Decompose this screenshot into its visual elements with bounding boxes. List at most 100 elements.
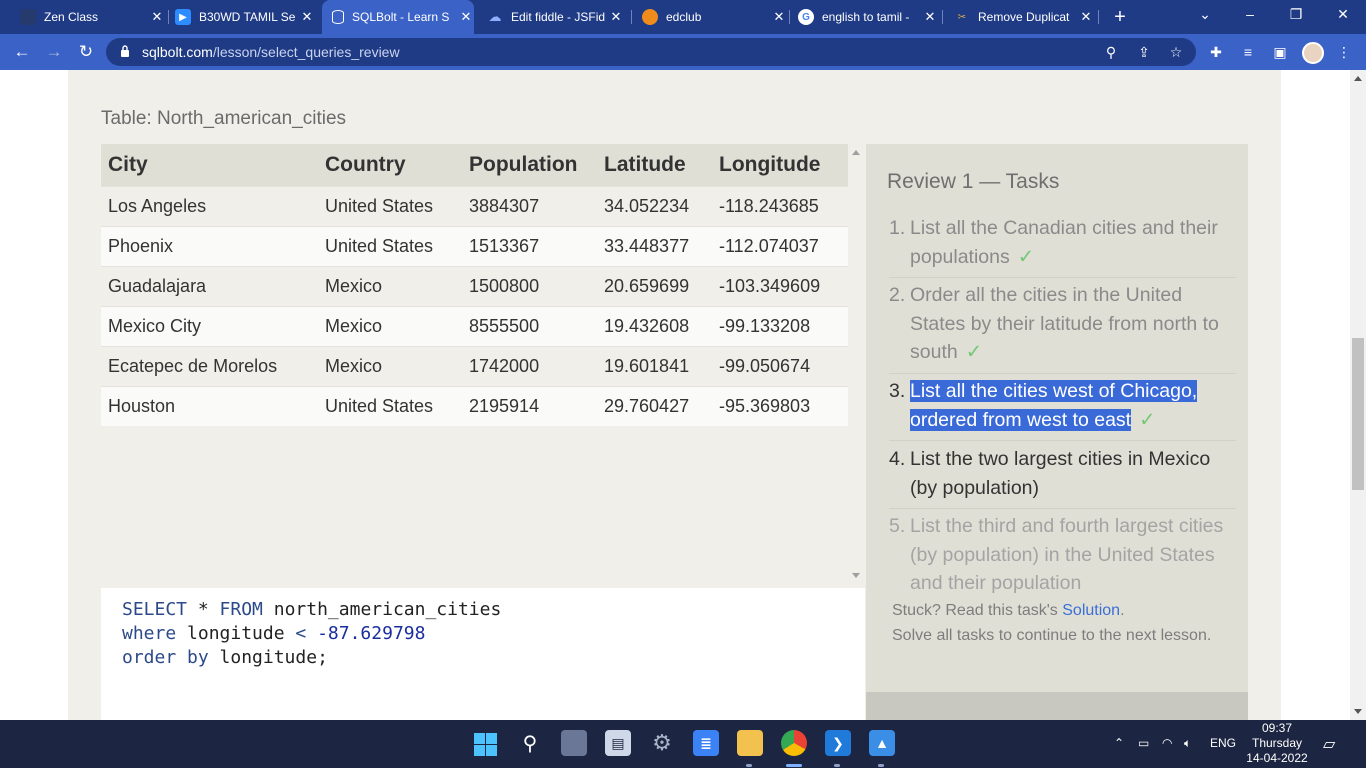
close-icon[interactable]: ✕: [608, 9, 624, 25]
scroll-up-arrow-icon[interactable]: [1354, 76, 1362, 81]
task-text-selected: List all the cities west of Chicago,: [910, 380, 1198, 402]
restore-icon[interactable]: ❐: [1286, 6, 1306, 23]
language-indicator[interactable]: ENG: [1210, 736, 1236, 750]
table-cell: Houston: [101, 385, 318, 426]
column-header: Latitude: [597, 144, 712, 186]
battery-icon[interactable]: ▭: [1138, 736, 1149, 750]
column-header: Longitude: [712, 144, 848, 186]
notifications-icon[interactable]: ▱: [1323, 734, 1335, 754]
notepad-icon[interactable]: ≣: [693, 730, 719, 756]
task-text: List all the Canadian cities and their p…: [910, 217, 1218, 268]
table-scrollbar[interactable]: [848, 144, 864, 584]
reload-icon[interactable]: ↻: [76, 42, 96, 62]
running-app-indicator: [878, 764, 884, 767]
query-line: where longitude < -87.629798: [122, 622, 865, 646]
forward-arrow-icon[interactable]: →: [44, 42, 64, 62]
table-cell: 19.432608: [597, 305, 712, 346]
extensions-puzzle-icon[interactable]: ✚: [1206, 42, 1226, 62]
table-cell: 3884307: [462, 185, 597, 226]
volume-icon[interactable]: 🔈︎: [1184, 736, 1191, 751]
tab-title: Edit fiddle - JSFid: [511, 10, 606, 24]
sql-keyword: FROM: [219, 599, 263, 620]
task-number: 5.: [889, 515, 906, 537]
sql-token: *: [187, 599, 220, 620]
sql-token: longitude;: [208, 647, 328, 668]
close-icon[interactable]: ✕: [1078, 9, 1094, 25]
sql-keyword: where: [122, 623, 177, 644]
tab-b30wd-tamil[interactable]: ▶ B30WD TAMIL Se ✕: [175, 0, 315, 34]
back-arrow-icon[interactable]: ←: [12, 42, 32, 62]
search-icon[interactable]: ⚲: [517, 730, 543, 756]
task-text: List the two largest cities in Mexico (b…: [910, 448, 1211, 499]
google-icon: G: [798, 9, 814, 25]
scroll-up-arrow-icon[interactable]: [852, 150, 860, 155]
stuck-text: Stuck? Read this task's: [892, 602, 1063, 619]
bookmark-star-icon[interactable]: ☆: [1166, 42, 1186, 62]
checkmark-icon: ✓: [965, 341, 983, 363]
profile-avatar[interactable]: [1302, 42, 1324, 64]
vscode-icon[interactable]: ❯: [825, 730, 851, 756]
sql-token: longitude: [176, 623, 296, 644]
zoom-magnifier-icon[interactable]: ⚲: [1101, 42, 1121, 62]
table-row: Ecatepec de Morelos Mexico 1742000 19.60…: [101, 345, 848, 386]
table-cell: 20.659699: [597, 265, 712, 306]
tab-english-to-tamil[interactable]: G english to tamil - ✕: [798, 0, 938, 34]
tab-title: edclub: [666, 10, 702, 24]
sql-keyword: SELECT: [122, 599, 188, 620]
wifi-icon[interactable]: ◠: [1162, 736, 1172, 750]
scrollbar-thumb[interactable]: [1352, 338, 1364, 490]
task-view-icon[interactable]: [561, 730, 587, 756]
tab-zen-class[interactable]: Zen Class ✕: [20, 0, 165, 34]
photos-icon[interactable]: ▲: [869, 730, 895, 756]
tab-title: english to tamil -: [822, 10, 910, 24]
table-cell: 29.760427: [597, 385, 712, 426]
table-row: Houston United States 2195914 29.760427 …: [101, 385, 848, 426]
sql-operator: <: [295, 623, 307, 644]
scroll-down-arrow-icon[interactable]: [852, 573, 860, 578]
tray-chevron-icon[interactable]: ⌃: [1114, 736, 1124, 750]
chrome-icon[interactable]: [781, 730, 807, 756]
lock-icon: [121, 45, 129, 57]
table-cell: 33.448377: [597, 225, 712, 266]
media-queue-icon[interactable]: ≡: [1238, 42, 1258, 62]
solution-link[interactable]: Solution: [1062, 602, 1120, 619]
widgets-icon[interactable]: ▤: [605, 730, 631, 756]
continue-text: Solve all tasks to continue to the next …: [892, 627, 1212, 644]
sql-query-editor[interactable]: SELECT * FROM north_american_cities wher…: [101, 588, 865, 720]
task-item: 5. List the third and fourth largest cit…: [889, 512, 1236, 604]
tab-remove-duplicates[interactable]: ✂ Remove Duplicat ✕: [954, 0, 1094, 34]
close-icon[interactable]: ✕: [458, 9, 474, 25]
tab-search-chevron-icon[interactable]: ⌄: [1195, 6, 1215, 23]
minimize-icon[interactable]: –: [1240, 6, 1260, 22]
close-icon[interactable]: ✕: [149, 9, 165, 25]
file-explorer-icon[interactable]: [737, 730, 763, 756]
zen-class-favicon-icon: [20, 9, 36, 25]
page-scrollbar[interactable]: [1350, 70, 1366, 720]
remove-duplicates-favicon-icon: ✂: [957, 11, 967, 23]
tab-edclub[interactable]: edclub ✕: [642, 0, 787, 34]
close-icon[interactable]: ✕: [922, 9, 938, 25]
column-header: Country: [318, 144, 462, 186]
tab-jsfiddle[interactable]: ☁ Edit fiddle - JSFid ✕: [487, 0, 624, 34]
system-clock[interactable]: 09:37 Thursday 14-04-2022: [1244, 721, 1310, 766]
cloud-icon: ☁: [488, 9, 502, 24]
share-icon[interactable]: ⇪: [1134, 42, 1154, 62]
windows-start-icon[interactable]: [474, 733, 497, 756]
more-menu-icon[interactable]: ⋮: [1334, 42, 1354, 62]
database-icon: [332, 10, 344, 24]
close-icon[interactable]: ✕: [771, 9, 787, 25]
window-close-icon[interactable]: ✕: [1333, 6, 1353, 23]
settings-gear-icon[interactable]: ⚙: [649, 730, 675, 756]
table-cell: -103.349609: [712, 265, 848, 306]
table-caption: Table: North_american_cities: [101, 108, 347, 129]
table-cell: -118.243685: [712, 185, 848, 226]
tab-sqlbolt[interactable]: SQLBolt - Learn S ✕: [322, 0, 474, 34]
side-panel-icon[interactable]: ▣: [1270, 42, 1290, 62]
address-bar[interactable]: sqlbolt.com/lesson/select_queries_review…: [106, 38, 1196, 66]
scroll-down-arrow-icon[interactable]: [1354, 709, 1362, 714]
close-icon[interactable]: ✕: [299, 9, 315, 25]
tab-divider: [631, 10, 632, 24]
table-row: Guadalajara Mexico 1500800 20.659699 -10…: [101, 265, 848, 306]
task-number: 1.: [889, 217, 906, 239]
new-tab-plus-icon[interactable]: +: [1110, 6, 1130, 28]
